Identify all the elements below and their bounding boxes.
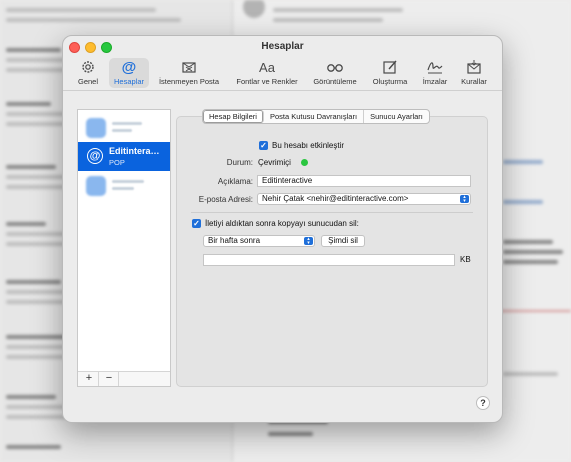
account-info-panel: ✓ Bu hesabı etkinleştir Durum: Çevrimiçi… xyxy=(176,116,488,387)
description-field[interactable]: Editinteractive xyxy=(257,175,471,187)
account-item-blurred[interactable] xyxy=(78,113,170,142)
size-unit-label: KB xyxy=(460,255,471,264)
remove-account-button[interactable]: − xyxy=(100,372,119,386)
enable-account-label: Bu hesabı etkinleştir xyxy=(272,141,345,150)
delete-after-value: Bir hafta sonra xyxy=(208,236,261,245)
email-label: E-posta Adresi: xyxy=(198,195,253,204)
at-icon: @ xyxy=(87,148,103,164)
window-title: Hesaplar xyxy=(261,41,304,52)
status-value: Çevrimiçi xyxy=(258,158,291,167)
tab-mailbox-behaviors[interactable]: Posta Kutusu Davranışları xyxy=(264,110,365,123)
enable-account-checkbox[interactable]: ✓ xyxy=(259,141,268,150)
email-address-popup[interactable]: Nehir Çatak <nehir@editinteractive.com> … xyxy=(257,193,471,205)
accounts-list-footer: + − xyxy=(78,371,170,386)
size-field[interactable] xyxy=(203,254,455,266)
accounts-list: @ Editintera… POP + − xyxy=(77,109,171,387)
rules-icon xyxy=(466,58,482,76)
tab-composing[interactable]: Oluşturma xyxy=(367,58,413,88)
delete-copy-checkbox[interactable]: ✓ xyxy=(192,219,201,228)
glasses-icon xyxy=(326,58,344,76)
account-tabs: Hesap Bilgileri Posta Kutusu Davranışlar… xyxy=(202,109,430,124)
account-name: Editintera… xyxy=(109,146,160,156)
tab-fonts-colors-label: Fontlar ve Renkler xyxy=(236,77,298,86)
tab-composing-label: Oluşturma xyxy=(372,77,408,86)
tab-rules[interactable]: Kurallar xyxy=(457,58,491,88)
font-icon: Aa xyxy=(259,59,275,75)
tab-accounts-label: Hesaplar xyxy=(113,77,144,86)
status-label: Durum: xyxy=(226,158,253,167)
divider xyxy=(191,212,473,213)
tab-account-info[interactable]: Hesap Bilgileri xyxy=(203,110,264,123)
delete-now-button[interactable]: Şimdi sil xyxy=(321,235,365,247)
preferences-window: Hesaplar Genel @ Hesaplar İstenmeyen Pos… xyxy=(62,35,503,423)
tab-signatures[interactable]: İmzalar xyxy=(419,58,451,88)
account-item-blurred[interactable] xyxy=(78,171,170,200)
delete-copy-label: İletiyi aldıktan sonra kopyayı sunucudan… xyxy=(205,219,359,228)
tab-server-settings[interactable]: Sunucu Ayarları xyxy=(364,110,429,123)
junk-mail-icon xyxy=(181,58,197,76)
at-icon: @ xyxy=(121,58,137,76)
tab-viewing[interactable]: Görüntüleme xyxy=(309,58,361,88)
chevron-updown-icon: ▴ ▾ xyxy=(460,195,469,204)
status-online-indicator xyxy=(301,159,308,166)
signature-icon xyxy=(426,58,444,76)
tab-rules-label: Kurallar xyxy=(461,77,487,86)
tab-junk-mail-label: İstenmeyen Posta xyxy=(158,77,220,86)
tab-junk-mail[interactable]: İstenmeyen Posta xyxy=(155,58,223,88)
add-account-button[interactable]: + xyxy=(80,372,99,386)
chevron-updown-icon: ▴ ▾ xyxy=(304,237,313,246)
account-type: POP xyxy=(109,158,125,167)
gear-icon xyxy=(80,58,96,76)
tab-viewing-label: Görüntüleme xyxy=(313,77,357,86)
tab-general[interactable]: Genel xyxy=(73,58,103,88)
tab-signatures-label: İmzalar xyxy=(422,77,448,86)
title-bar: Hesaplar xyxy=(63,36,502,58)
tab-general-label: Genel xyxy=(77,77,98,86)
email-address-value: Nehir Çatak <nehir@editinteractive.com> xyxy=(262,194,409,203)
description-label: Açıklama: xyxy=(217,177,253,186)
compose-icon xyxy=(382,58,398,76)
preferences-toolbar: Genel @ Hesaplar İstenmeyen Posta Aa Fon… xyxy=(63,58,502,91)
account-item-selected[interactable]: @ Editintera… POP xyxy=(78,142,170,171)
tab-accounts[interactable]: @ Hesaplar xyxy=(109,58,149,88)
delete-after-popup[interactable]: Bir hafta sonra ▴ ▾ xyxy=(203,235,315,247)
tab-fonts-colors[interactable]: Aa Fontlar ve Renkler xyxy=(231,58,303,88)
help-button[interactable]: ? xyxy=(476,396,490,410)
